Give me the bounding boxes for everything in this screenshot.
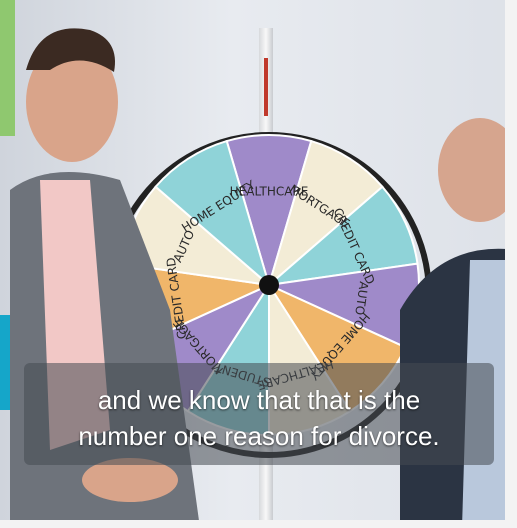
video-caption: and we know that that is the number one … — [24, 382, 494, 454]
right-border — [505, 0, 517, 528]
caption-line-2: number one reason for divorce. — [78, 421, 440, 451]
presenter-right — [400, 118, 517, 528]
bottom-border — [0, 520, 517, 528]
video-frame: HEALTHCARE MORTGAGE CREDIT CARD AUTO HOME EQ… — [0, 0, 517, 528]
wheel-hub — [259, 275, 279, 295]
wheel-pointer — [264, 58, 268, 116]
caption-line-1: and we know that that is the — [97, 385, 421, 415]
